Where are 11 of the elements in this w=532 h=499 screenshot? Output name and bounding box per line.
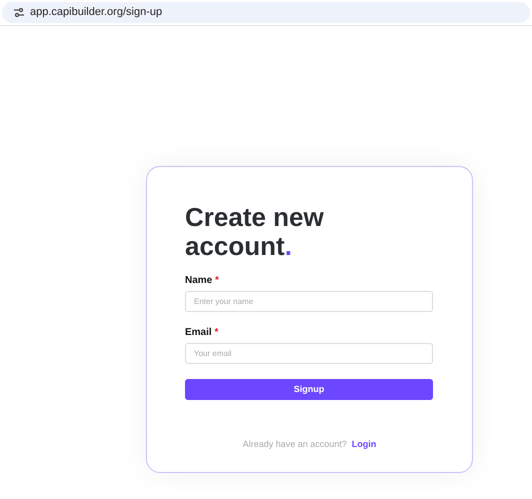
url-text: app.capibuilder.org/sign-up — [30, 5, 162, 20]
input-field[interactable]: Enter your name — [185, 291, 433, 312]
field-label: Email * — [185, 326, 220, 340]
field-label: Name * — [185, 274, 220, 288]
site-settings-icon[interactable] — [14, 8, 24, 17]
footer-text: Already have an account? — [242, 438, 347, 451]
input-field[interactable]: Your email — [185, 343, 433, 364]
signup-button[interactable]: Signup — [185, 379, 433, 400]
address-bar[interactable]: app.capibuilder.org/sign-up — [2, 2, 530, 23]
login-link[interactable]: Login — [352, 438, 376, 452]
form-title: Create new account. — [185, 203, 325, 261]
